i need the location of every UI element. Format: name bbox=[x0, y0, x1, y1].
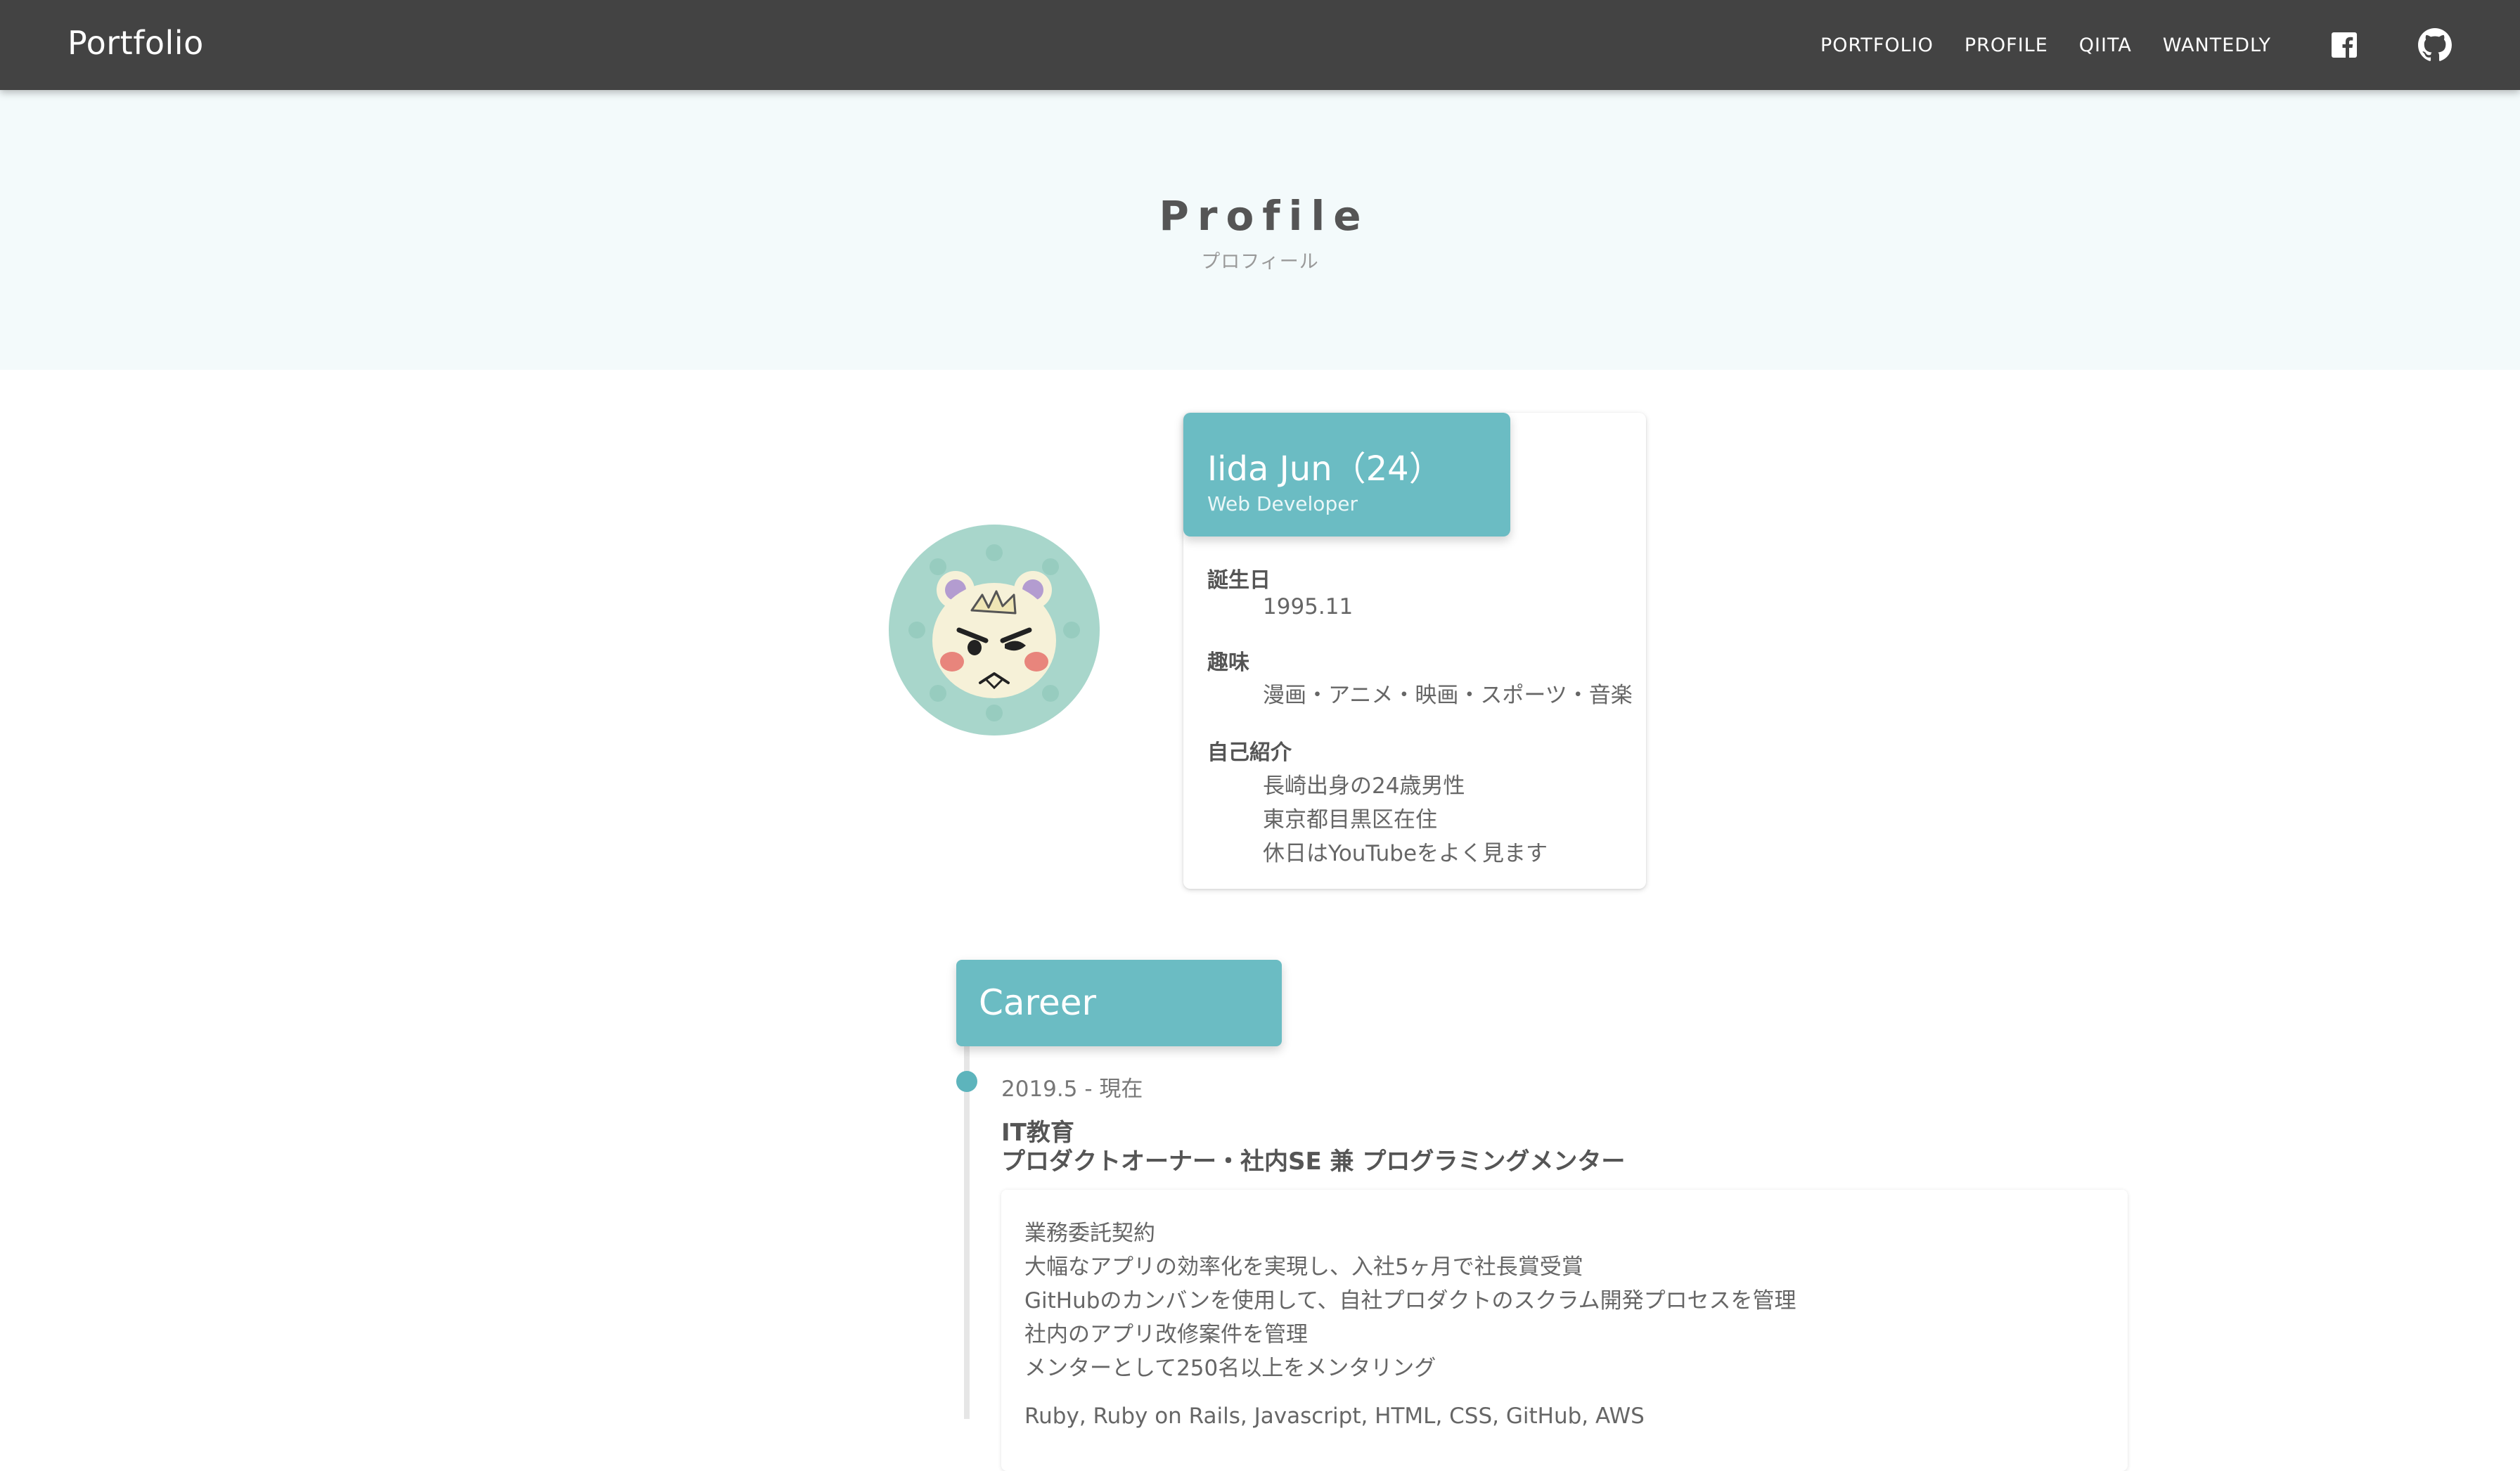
timeline-dot bbox=[956, 1071, 977, 1092]
intro-line: 東京都目黒区在住 bbox=[1263, 807, 1437, 833]
profile-name: Iida Jun（24） bbox=[1207, 449, 1443, 489]
github-icon[interactable] bbox=[2417, 27, 2452, 63]
career-detail-line: 大幅なアプリの効率化を実現し、入社5ヶ月で社長賞受賞 bbox=[1024, 1254, 1583, 1280]
intro-line: 休日はYouTubeをよく見ます bbox=[1263, 841, 1548, 866]
nav-menu: PORTFOLIO PROFILE QIITA WANTEDLY bbox=[1820, 0, 2520, 90]
nav-link-profile[interactable]: PROFILE bbox=[1965, 34, 2048, 56]
profile-role: Web Developer bbox=[1207, 492, 1358, 515]
intro-line: 長崎出身の24歳男性 bbox=[1263, 773, 1465, 799]
top-navbar: Portfolio PORTFOLIO PROFILE QIITA WANTED… bbox=[0, 0, 2520, 90]
intro-label: 自己紹介 bbox=[1207, 740, 1292, 765]
hobby-label: 趣味 bbox=[1207, 650, 1249, 675]
nav-link-qiita[interactable]: QIITA bbox=[2079, 34, 2132, 56]
nav-link-portfolio[interactable]: PORTFOLIO bbox=[1820, 34, 1934, 56]
page-title: Profile bbox=[1159, 192, 1370, 240]
career-detail-line: GitHubのカンバンを使用して、自社プロダクトのスクラム開発プロセスを管理 bbox=[1024, 1288, 1796, 1313]
nav-link-wantedly[interactable]: WANTEDLY bbox=[2163, 34, 2271, 56]
timeline-line bbox=[964, 1042, 970, 1419]
birthday-value: 1995.11 bbox=[1263, 594, 1354, 619]
profile-card-header: Iida Jun（24） Web Developer bbox=[1183, 413, 1510, 537]
career-position: プロダクトオーナー・社内SE 兼 プログラミングメンター bbox=[1001, 1148, 1626, 1176]
career-detail-line: 社内のアプリ改修案件を管理 bbox=[1024, 1322, 1308, 1347]
brand-logo[interactable]: Portfolio bbox=[68, 24, 204, 62]
hobby-value: 漫画・アニメ・映画・スポーツ・音楽 bbox=[1263, 683, 1633, 708]
birthday-label: 誕生日 bbox=[1207, 568, 1271, 593]
career-period: 2019.5 - 現在 bbox=[1001, 1077, 1143, 1102]
career-title: Career bbox=[979, 982, 1097, 1023]
page-subtitle: プロフィール bbox=[1201, 251, 1319, 273]
facebook-icon[interactable] bbox=[2332, 32, 2357, 58]
career-detail-line: 業務委託契約 bbox=[1024, 1221, 1155, 1246]
career-skills: Ruby, Ruby on Rails, Javascript, HTML, C… bbox=[1024, 1403, 1645, 1429]
career-header: Career bbox=[956, 960, 1282, 1046]
hero-section: Profile プロフィール bbox=[0, 90, 2520, 370]
career-detail-line: メンターとして250名以上をメンタリング bbox=[1024, 1356, 1436, 1381]
avatar bbox=[889, 525, 1100, 736]
